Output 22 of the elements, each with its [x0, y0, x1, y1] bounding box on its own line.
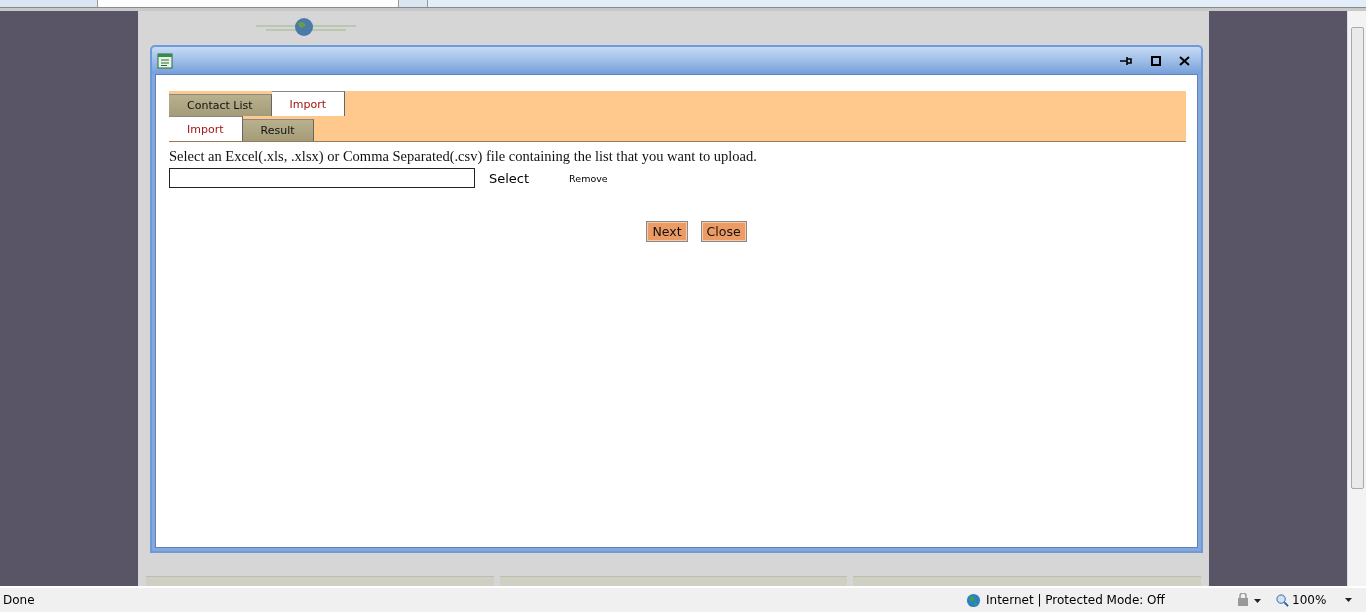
- file-field[interactable]: [169, 168, 475, 188]
- select-button[interactable]: Select: [489, 170, 530, 186]
- tab[interactable]: Contact List: [169, 94, 272, 116]
- pin-icon[interactable]: [1120, 55, 1133, 66]
- tab[interactable]: Import: [271, 91, 346, 116]
- status-text: Done: [2, 593, 36, 607]
- globe-icon: [966, 592, 981, 608]
- close-icon[interactable]: [1179, 55, 1190, 66]
- security-zone: Internet | Protected Mode: Off: [986, 593, 1165, 607]
- lock-icon[interactable]: [1236, 593, 1264, 607]
- scrollbar-thumb[interactable]: [1350, 27, 1364, 489]
- close-button[interactable]: Close: [700, 221, 747, 242]
- window-icon: [157, 52, 173, 69]
- globe-logo-icon: [256, 17, 356, 39]
- zoom-icon: [1276, 593, 1289, 607]
- next-button[interactable]: Next: [646, 221, 688, 242]
- instructions: Select an Excel(.xls, .xlsx) or Comma Separated(.csv) file containing the list that you want to upload.: [169, 148, 758, 165]
- maximize-icon[interactable]: [1151, 55, 1161, 66]
- zoom-level[interactable]: 100%: [1292, 593, 1327, 607]
- tab[interactable]: Import: [169, 116, 243, 141]
- tab[interactable]: Result: [242, 119, 314, 141]
- remove-button[interactable]: Remove: [569, 172, 608, 184]
